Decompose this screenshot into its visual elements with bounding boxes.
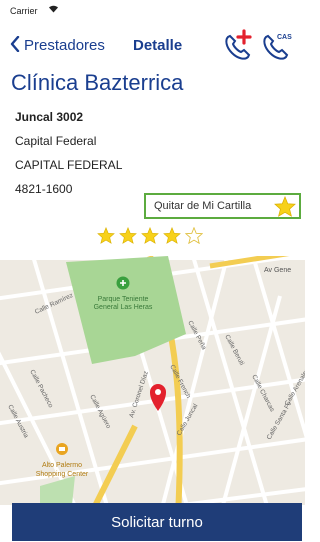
remove-from-cartilla-button[interactable]: Quitar de Mi Cartilla (144, 193, 301, 219)
back-label: Prestadores (24, 36, 105, 54)
status-bar: Carrier (0, 0, 305, 20)
back-button[interactable]: Prestadores (10, 35, 105, 54)
provider-name: Clínica Bazterrica (11, 70, 184, 95)
wifi-icon (48, 4, 59, 16)
request-appointment-button[interactable]: Solicitar turno (12, 503, 302, 541)
park-label-1: Parque Teniente (98, 296, 149, 303)
star-filled-icon (141, 227, 159, 244)
page-title: Detalle (133, 37, 183, 54)
mall-label-1: Alto Palermo (42, 462, 82, 469)
phone-plus-icon[interactable] (222, 28, 254, 62)
cartilla-label: Quitar de Mi Cartilla (154, 200, 252, 212)
mall-label-2: Shopping Center (36, 471, 89, 478)
provider-phone[interactable]: 4821-1600 (15, 182, 72, 196)
navigation-bar: Prestadores Detalle CAS (0, 22, 305, 68)
street-label-av-gen: Av Gene (264, 267, 291, 274)
park-label-2: General Las Heras (94, 304, 153, 311)
map-view[interactable]: Parque Teniente General Las Heras Av Gen… (0, 256, 305, 505)
provider-state: CAPITAL FEDERAL (15, 158, 123, 172)
carrier-label: Carrier (10, 6, 38, 16)
star-filled-icon (274, 195, 296, 222)
star-filled-icon (163, 227, 181, 244)
cas-text: CAS (277, 34, 292, 41)
provider-city: Capital Federal (15, 134, 97, 148)
star-filled-icon (97, 227, 115, 244)
star-filled-icon (119, 227, 137, 244)
phone-cas-icon[interactable]: CAS (262, 28, 294, 62)
chevron-left-icon (10, 35, 20, 54)
app-screen: Carrier Prestadores Detalle CAS Clínica … (0, 0, 305, 542)
star-rating (97, 227, 203, 244)
provider-street: Juncal 3002 (15, 110, 84, 124)
star-empty-icon (185, 227, 203, 244)
